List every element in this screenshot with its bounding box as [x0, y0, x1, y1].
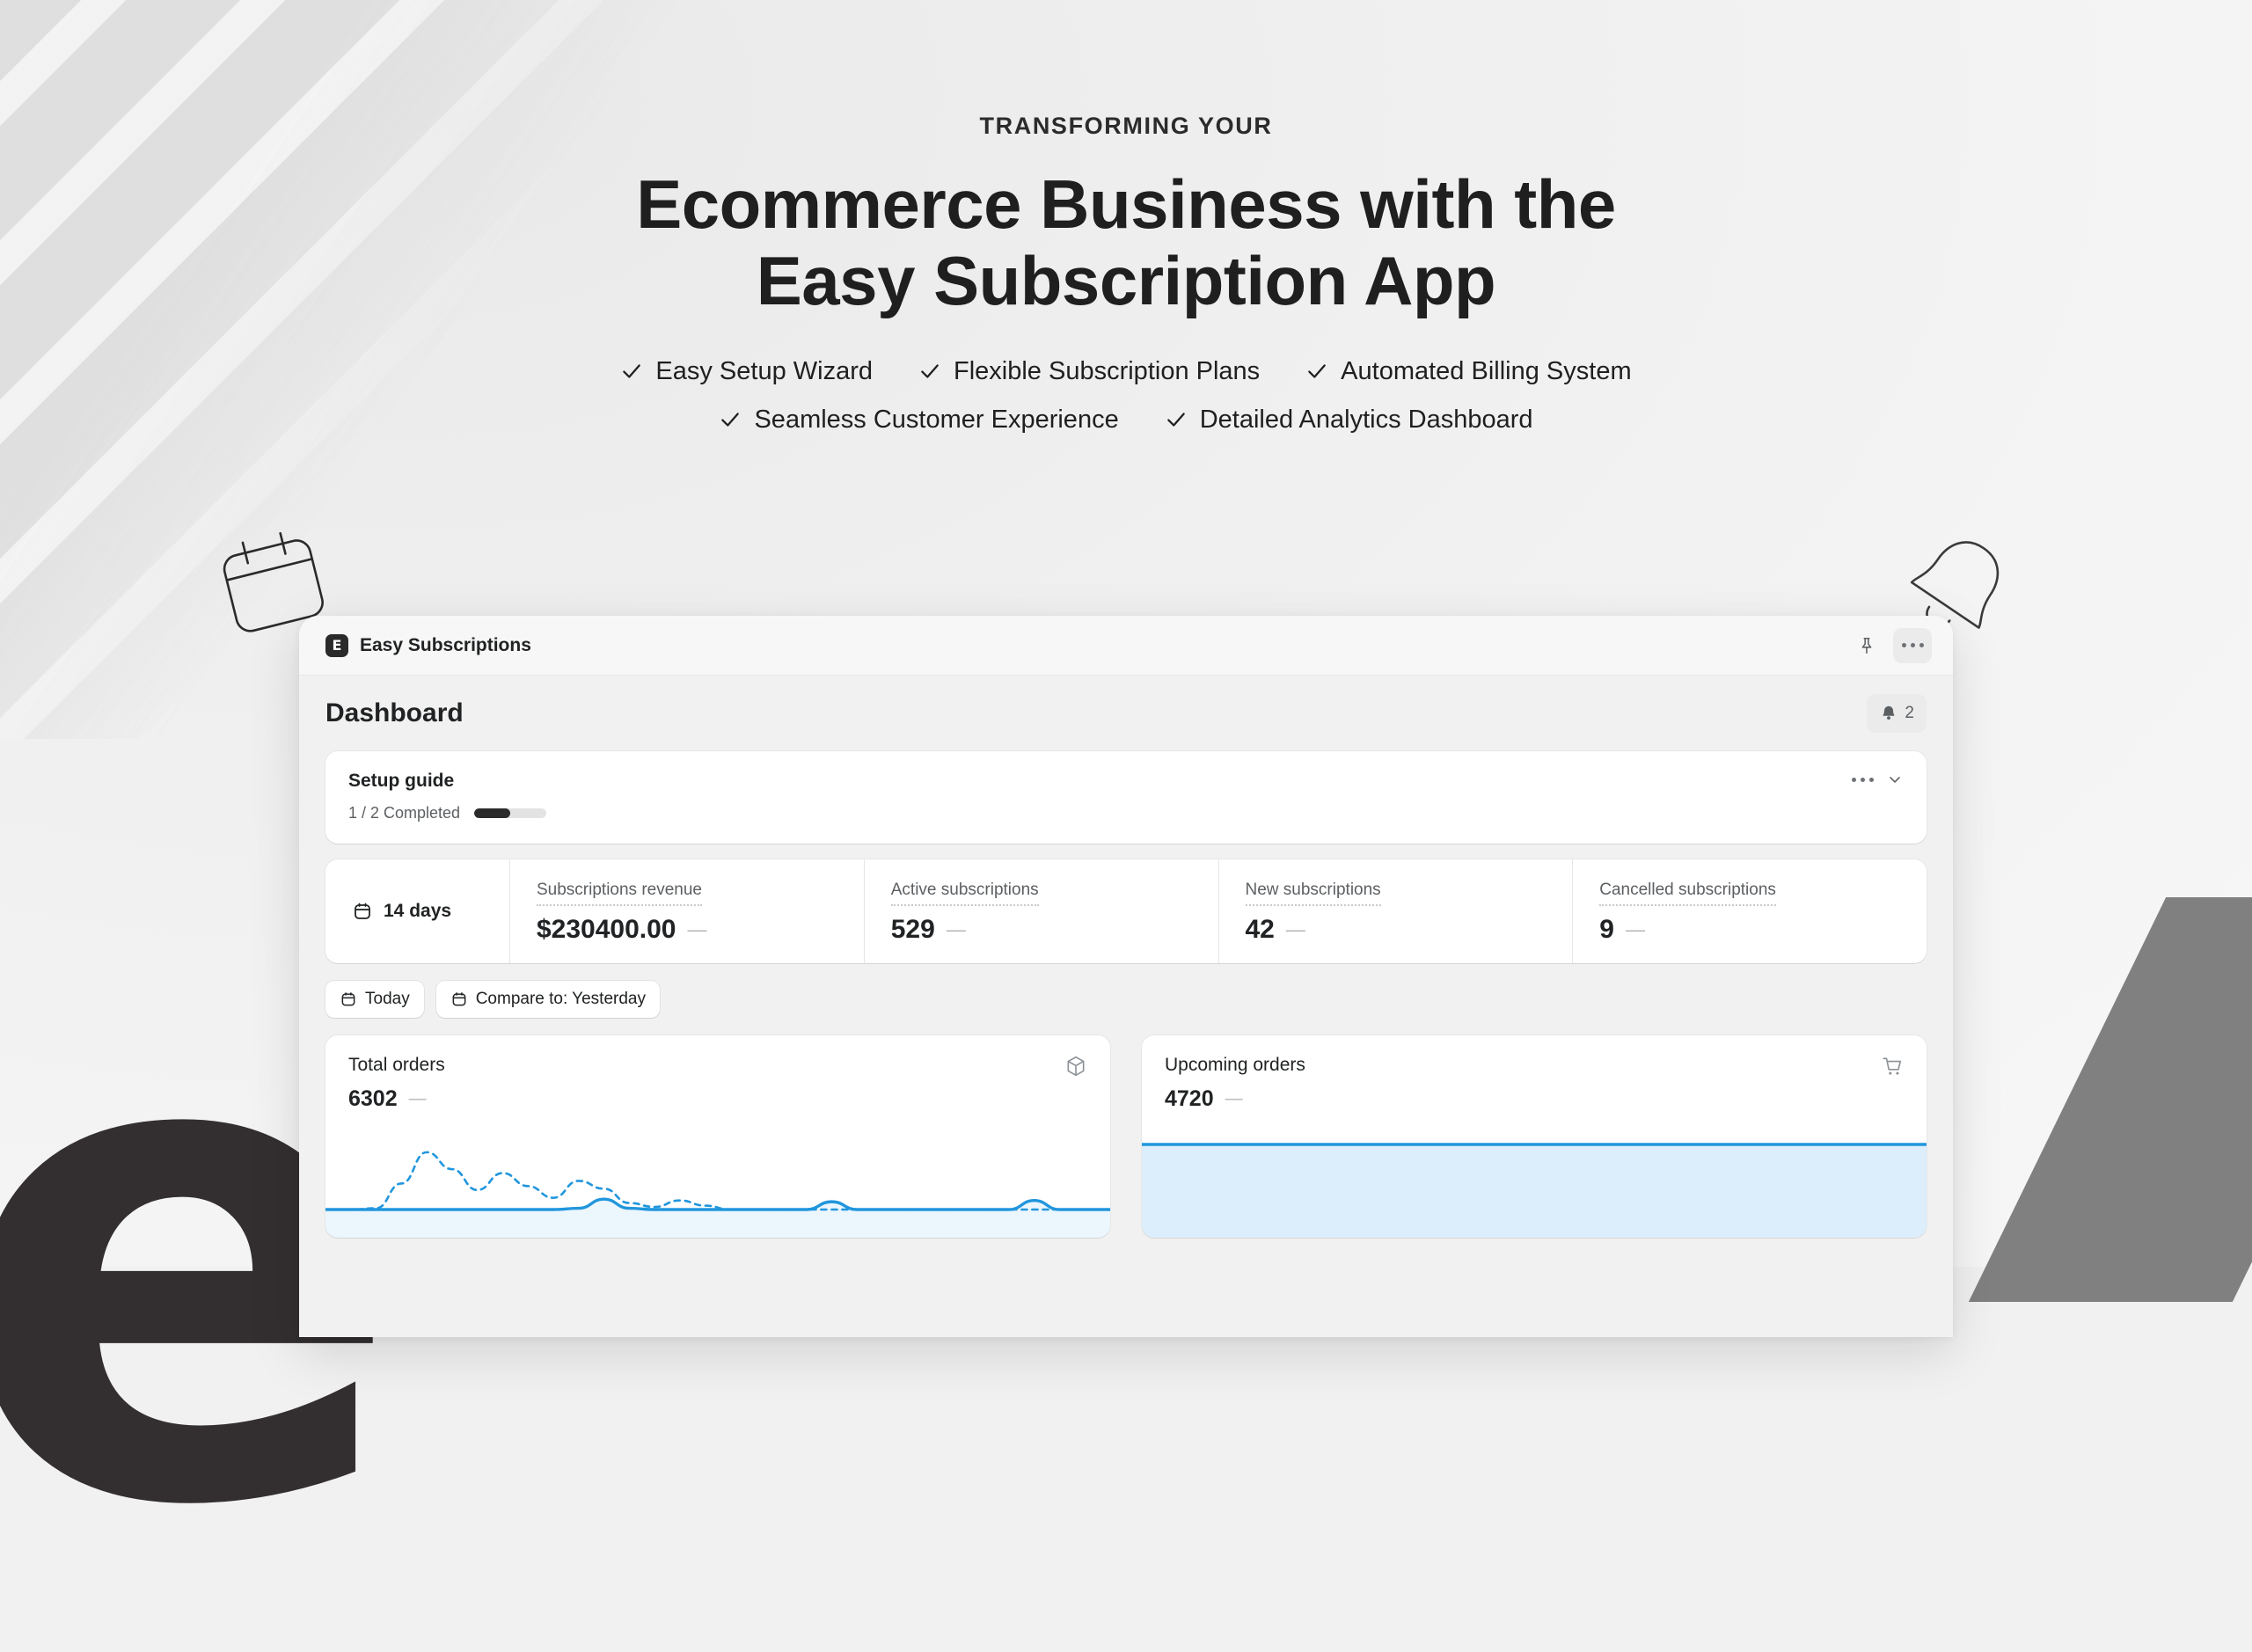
setup-guide-header: Setup guide — [348, 771, 1904, 792]
chart-delta: — — [1225, 1089, 1243, 1108]
hero-eyebrow: TRANSFORMING YOUR — [979, 113, 1273, 139]
metric-label: Cancelled subscriptions — [1599, 881, 1776, 906]
hero-headline-line-2: Easy Subscription App — [756, 242, 1496, 320]
window-actions — [1847, 627, 1932, 663]
filter-today-button[interactable]: Today — [325, 981, 424, 1018]
more-horizontal-icon — [1901, 643, 1924, 647]
filter-bar: Today Compare to: Yesterday — [325, 981, 1927, 1018]
app-name: Easy Subscriptions — [360, 634, 531, 655]
chart-value: 6302 — [348, 1086, 398, 1111]
metric-value: $230400.00 — [537, 915, 676, 944]
feature-item: Easy Setup Wizard — [620, 357, 873, 386]
notifications-count: 2 — [1905, 704, 1914, 722]
chart-value: 4720 — [1165, 1086, 1214, 1111]
filter-label: Compare to: Yesterday — [475, 990, 646, 1008]
chart-header: Upcoming orders 4720 — — [1165, 1055, 1904, 1112]
hero-headline-line-1: Ecommerce Business with the — [636, 165, 1616, 243]
bell-icon — [1883, 705, 1895, 720]
metric-label: Active subscriptions — [890, 881, 1039, 906]
feature-label: Detailed Analytics Dashboard — [1199, 405, 1533, 434]
metric-delta: — — [946, 918, 966, 940]
feature-label: Seamless Customer Experience — [754, 405, 1119, 434]
feature-row-2: Seamless Customer Experience Detailed An… — [0, 406, 2252, 435]
feature-item: Automated Billing System — [1305, 356, 1632, 386]
setup-guide-progress-bar — [474, 808, 547, 818]
feature-label: Easy Setup Wizard — [655, 356, 873, 385]
check-icon — [1308, 364, 1326, 378]
feature-label: Automated Billing System — [1341, 356, 1632, 385]
filter-compare-button[interactable]: Compare to: Yesterday — [435, 981, 660, 1018]
metric-value-row: $230400.00 — — [537, 915, 864, 945]
package-icon — [1064, 1055, 1087, 1082]
total-orders-card: Total orders 6302 — — [325, 1035, 1110, 1238]
app-logo-icon: E — [325, 633, 348, 657]
metric-value: 9 — [1599, 915, 1614, 944]
chevron-down-icon[interactable] — [1886, 771, 1904, 788]
more-options-button[interactable] — [1893, 627, 1932, 663]
app-logo-glyph: E — [332, 636, 342, 654]
metric-value: 529 — [890, 915, 935, 944]
total-orders-plot — [325, 1141, 1110, 1238]
cart-icon — [1881, 1055, 1904, 1082]
metric-value-row: 9 — — [1599, 915, 1927, 945]
feature-list: Easy Setup Wizard Flexible Subscription … — [0, 357, 2252, 435]
upcoming-orders-plot — [1142, 1141, 1927, 1238]
feature-row-1: Easy Setup Wizard Flexible Subscription … — [0, 357, 2252, 386]
pin-icon — [1861, 637, 1872, 654]
metric-delta: — — [1625, 918, 1645, 940]
metrics-range-label: 14 days — [384, 901, 452, 921]
setup-guide-actions — [1852, 771, 1904, 788]
metric-new-subscriptions: New subscriptions 42 — — [1219, 859, 1574, 963]
page-header: Dashboard 2 — [299, 676, 1953, 751]
feature-item: Seamless Customer Experience — [719, 405, 1119, 435]
check-icon — [1166, 413, 1185, 427]
metrics-range[interactable]: 14 days — [325, 859, 510, 963]
app-window: E Easy Subscriptions Dashboard 2 Setup g… — [299, 616, 1953, 1337]
metric-value-row: 529 — — [891, 915, 1218, 945]
page-title: Dashboard — [325, 698, 464, 727]
check-icon — [921, 364, 939, 378]
chart-title: Upcoming orders — [1165, 1055, 1305, 1075]
chart-delta: — — [408, 1089, 427, 1108]
hero-section: TRANSFORMING YOUR Ecommerce Business wit… — [0, 113, 2252, 454]
check-icon — [721, 413, 740, 427]
setup-guide-progress: 1 / 2 Completed — [348, 804, 1904, 822]
notifications-button[interactable]: 2 — [1867, 694, 1927, 733]
metric-delta: — — [1285, 918, 1305, 940]
check-icon — [623, 364, 641, 378]
feature-item: Flexible Subscription Plans — [918, 357, 1260, 386]
chart-value-row: 6302 — — [348, 1086, 445, 1112]
metric-label: Subscriptions revenue — [537, 881, 702, 906]
setup-guide-progress-label: 1 / 2 Completed — [348, 804, 461, 822]
window-titlebar: E Easy Subscriptions — [299, 616, 1953, 676]
calendar-icon — [355, 903, 370, 919]
metric-active-subscriptions: Active subscriptions 529 — — [865, 859, 1219, 963]
calendar-icon — [341, 992, 355, 1006]
metric-value-row: 42 — — [1246, 915, 1573, 945]
hero-headline: Ecommerce Business with the Easy Subscri… — [0, 165, 2252, 320]
more-horizontal-icon[interactable] — [1852, 777, 1874, 782]
metric-subscriptions-revenue: Subscriptions revenue $230400.00 — — [510, 859, 865, 963]
page-body: Setup guide 1 / 2 Completed 14 days Subs… — [299, 751, 1953, 1238]
feature-item: Detailed Analytics Dashboard — [1165, 406, 1533, 435]
setup-guide-card: Setup guide 1 / 2 Completed — [325, 751, 1927, 844]
metrics-card: 14 days Subscriptions revenue $230400.00… — [325, 859, 1927, 963]
metric-cancelled-subscriptions: Cancelled subscriptions 9 — — [1573, 859, 1927, 963]
chart-title: Total orders — [348, 1055, 445, 1075]
chart-row: Total orders 6302 — Upcoming orders 4720… — [325, 1035, 1927, 1238]
upcoming-orders-card: Upcoming orders 4720 — — [1142, 1035, 1927, 1238]
feature-label: Flexible Subscription Plans — [954, 356, 1261, 385]
metric-delta: — — [687, 918, 707, 940]
chart-value-row: 4720 — — [1165, 1086, 1305, 1112]
metric-label: New subscriptions — [1245, 881, 1381, 906]
filter-label: Today — [365, 990, 410, 1008]
chart-header: Total orders 6302 — — [348, 1055, 1087, 1112]
metric-value: 42 — [1245, 915, 1275, 944]
calendar-icon — [452, 992, 466, 1006]
setup-guide-title: Setup guide — [348, 771, 455, 791]
pin-button[interactable] — [1847, 628, 1886, 663]
